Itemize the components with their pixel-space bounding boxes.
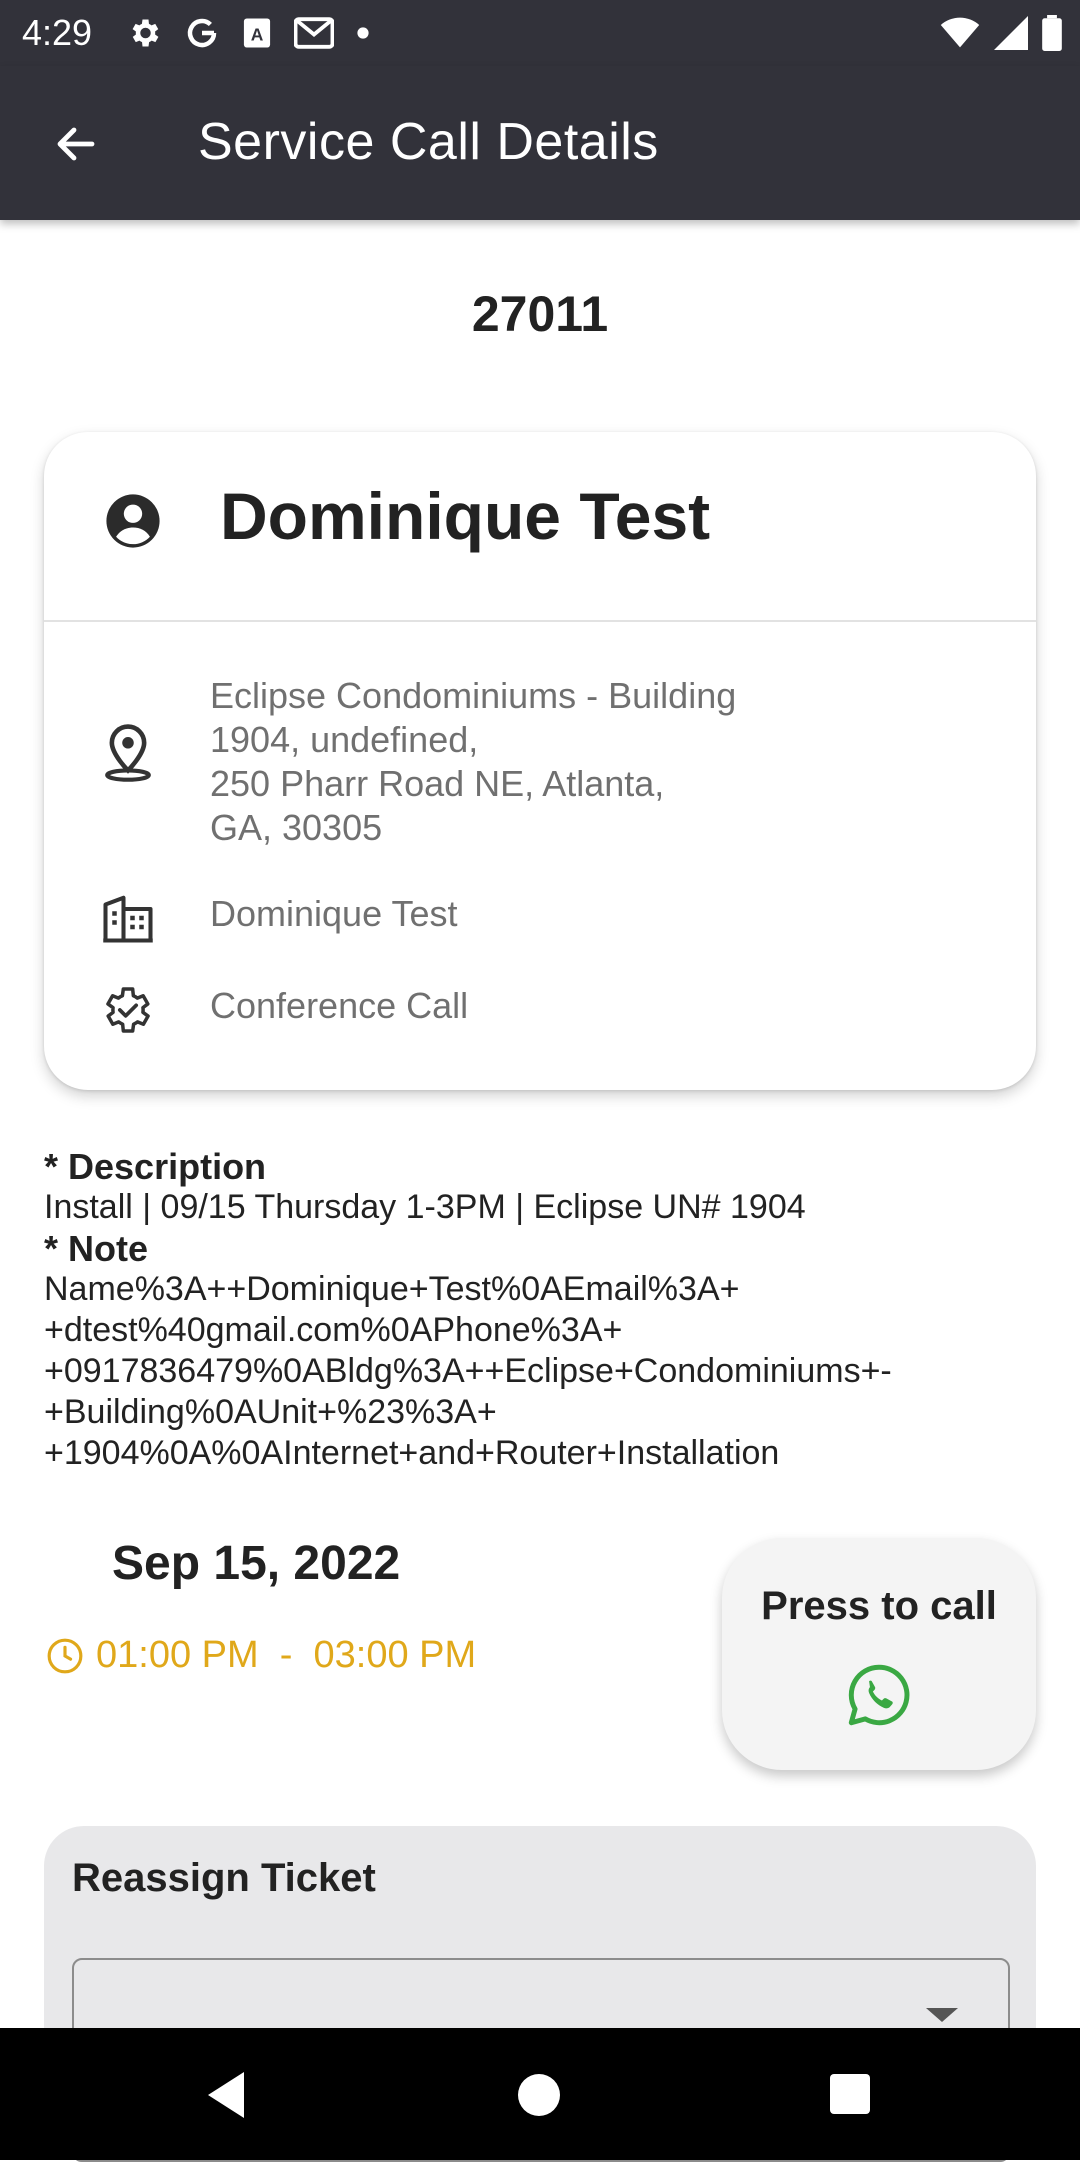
status-time: 4:29 [22,12,93,53]
status-bar: 4:29 A [0,0,1080,66]
signal-icon [994,16,1028,50]
gear-check-icon [98,980,158,1040]
app-bar: Service Call Details [0,66,1080,220]
nav-home-icon[interactable] [518,2074,560,2116]
address-text: Eclipse Condominiums - Building 1904, un… [210,675,737,848]
call-button-label: Press to call [761,1584,997,1628]
press-to-call-button[interactable]: Press to call [722,1538,1036,1770]
building-icon [98,888,158,948]
back-button[interactable] [40,108,112,180]
navigation-bar [0,2028,1080,2160]
arrow-left-icon [57,127,95,161]
time-range: 01:00 PM - 03:00 PM [96,1634,477,1676]
ticket-number: 27011 [471,286,609,342]
clock-icon [47,1638,83,1673]
page-title: Service Call Details [198,113,659,171]
reassign-title: Reassign Ticket [72,1856,376,1900]
note-label: * Note [44,1228,149,1269]
notification-icons: A [126,12,370,54]
card-divider [44,620,1036,622]
customer-card: Dominique Test Eclipse Condominiums - Bu… [44,432,1036,1090]
schedule-date: Sep 15, 2022 [112,1537,401,1590]
company-text: Dominique Test [210,893,458,934]
google-icon [184,15,220,51]
gear-icon [126,15,162,51]
customer-name: Dominique Test [220,479,711,553]
nav-back-icon[interactable] [204,2070,248,2125]
gmail-icon [294,17,334,49]
service-type-text: Conference Call [210,985,469,1026]
description-section: * Description Install | 09/15 Thursday 1… [44,1146,1034,1474]
schedule-time: 01:00 PM - 03:00 PM [46,1634,476,1677]
account-circle-icon [106,494,160,548]
svg-text:A: A [251,24,264,44]
whatsapp-icon [848,1664,910,1726]
system-icons [940,12,1062,54]
description-text: Install | 09/15 Thursday 1-3PM | Eclipse… [44,1188,806,1226]
a-icon: A [242,17,272,49]
battery-icon [1042,15,1062,51]
card-header: Dominique Test [44,432,1036,620]
dropdown-arrow-icon [926,2008,958,2022]
location-pin-icon [98,722,158,782]
wifi-icon [940,17,980,49]
description-label: * Description [44,1146,267,1187]
dot-icon [356,26,370,40]
note-text: Name%3A++Dominique+Test%0AEmail%3A+ +dte… [44,1270,892,1472]
nav-recents-icon[interactable] [830,2074,870,2114]
